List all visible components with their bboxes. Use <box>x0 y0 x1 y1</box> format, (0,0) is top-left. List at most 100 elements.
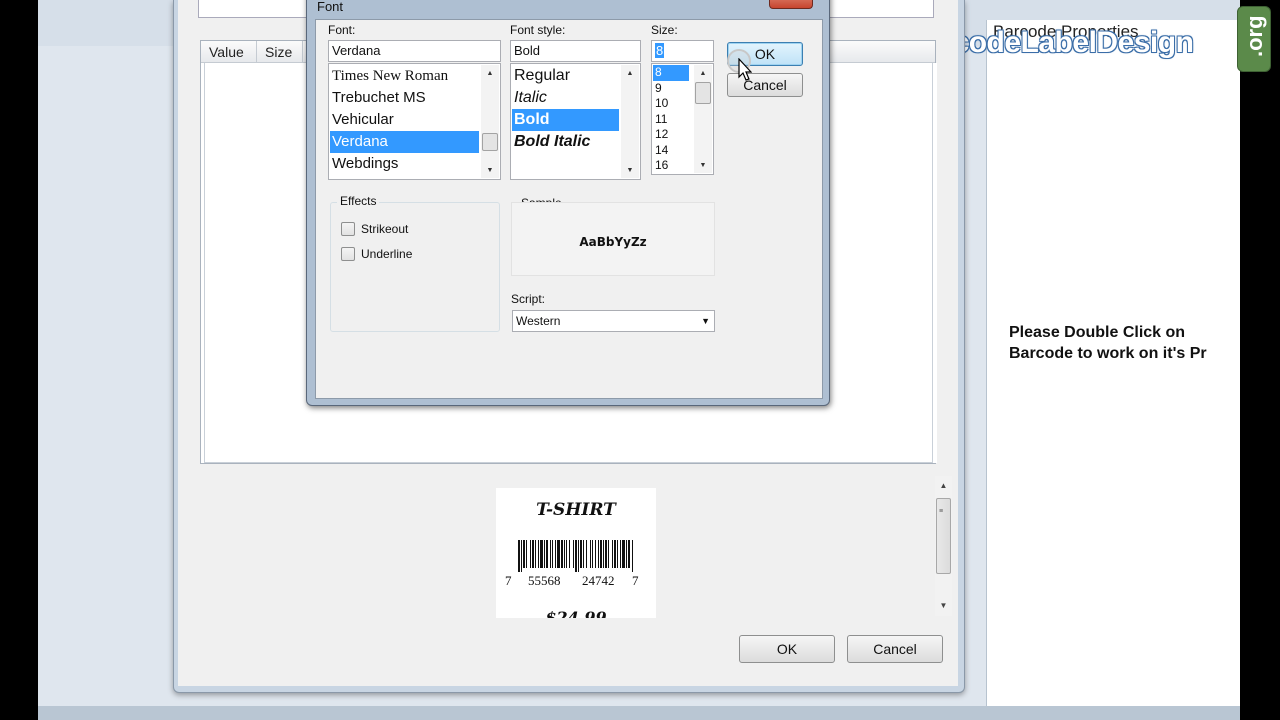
close-button[interactable] <box>769 0 813 9</box>
barcode-graphic <box>518 540 633 572</box>
mouse-cursor-icon <box>738 58 752 81</box>
barcode-digits-right: 24742 <box>582 573 615 588</box>
effects-label: Effects <box>337 194 380 208</box>
font-size-list-item[interactable]: 10 <box>653 96 689 112</box>
barcode-bar <box>580 540 582 568</box>
barcode-digits-left: 55568 <box>528 573 561 588</box>
barcode-bar <box>608 540 609 568</box>
barcode-bar <box>552 540 553 568</box>
scroll-up-arrow[interactable]: ▲ <box>481 67 499 81</box>
panel-message-line-2: Barcode to work on it's Pr <box>1009 345 1207 362</box>
font-size-list-item[interactable]: 14 <box>653 143 689 159</box>
column-header-value[interactable]: Value <box>201 41 257 63</box>
scroll-thumb[interactable] <box>695 82 711 104</box>
font-list-item[interactable]: Trebuchet MS <box>330 87 479 109</box>
barcode-bar <box>523 540 525 568</box>
font-name-input[interactable]: Verdana <box>328 40 501 62</box>
barcode-bar <box>614 540 616 568</box>
barcode-bar <box>546 540 548 568</box>
underline-checkbox[interactable] <box>341 247 355 261</box>
barcode-bar <box>566 540 567 568</box>
scroll-up-arrow[interactable]: ▲ <box>621 67 639 81</box>
barcode-bar <box>628 540 630 568</box>
scroll-down-arrow[interactable]: ▼ <box>481 164 499 178</box>
font-size-value: 8 <box>655 43 665 58</box>
scroll-down-arrow[interactable]: ▼ <box>621 164 639 178</box>
scroll-down-arrow[interactable]: ▼ <box>694 159 712 173</box>
preview-title: T-SHIRT <box>536 500 616 520</box>
font-size-list-item[interactable]: 16 <box>653 158 689 174</box>
barcode-bar <box>583 540 584 568</box>
size-list-scrollbar[interactable]: ▲ ▼ <box>694 65 712 173</box>
scroll-thumb[interactable] <box>482 133 498 151</box>
brand-logo-badge: .org <box>1237 6 1271 72</box>
font-size-list-item[interactable]: 8 <box>653 65 689 81</box>
font-size-list[interactable]: ▲ ▼ 8 9 10 11 12 14 16 <box>651 63 714 175</box>
script-label: Script: <box>511 292 546 306</box>
font-list-item[interactable]: Times New Roman <box>330 65 479 87</box>
barcode-bar <box>532 540 534 568</box>
strikeout-checkbox[interactable] <box>341 222 355 236</box>
sample-box: AaBbYyZz <box>511 202 715 276</box>
font-list-item[interactable]: Vehicular <box>330 109 479 131</box>
font-list-item[interactable]: Verdana <box>330 131 479 153</box>
font-style-list-item[interactable]: Bold <box>512 109 619 131</box>
font-list-scrollbar[interactable]: ▲ ▼ <box>481 65 499 178</box>
preview-scrollbar[interactable]: ▲ ≡ ▼ <box>935 476 952 616</box>
properties-ok-button[interactable]: OK <box>739 635 835 663</box>
font-size-list-item[interactable]: 9 <box>653 81 689 97</box>
underline-label[interactable]: Underline <box>361 247 412 261</box>
script-value: Western <box>516 314 561 328</box>
font-list-item[interactable]: Webdings <box>330 153 479 175</box>
scroll-grip-icon: ≡ <box>939 508 944 515</box>
script-dropdown[interactable]: Western ▼ <box>512 310 715 332</box>
barcode-bar <box>612 540 613 568</box>
label-preview[interactable]: T-SHIRT 7 55568 24742 7 $24.99 <box>496 488 656 618</box>
barcode-bar <box>592 540 593 568</box>
sample-text: AaBbYyZz <box>579 235 647 249</box>
barcode-bar <box>569 540 570 568</box>
screen: Barcode Properties Please Double Click o… <box>0 0 1280 720</box>
panel-message-line-1: Please Double Click on <box>1009 324 1186 341</box>
barcode-bar <box>626 540 627 568</box>
font-style-list-item[interactable]: Regular <box>512 65 619 87</box>
font-size-input[interactable]: 8 <box>651 40 714 62</box>
barcode-bar <box>620 540 621 568</box>
font-style-input[interactable]: Bold <box>510 40 641 62</box>
barcode-bar <box>555 540 556 568</box>
panel-message: Please Double Click on Barcode to work o… <box>1009 322 1249 364</box>
barcode-bar <box>561 540 563 568</box>
font-size-list-item[interactable]: 12 <box>653 127 689 143</box>
preview-price: $24.99 <box>545 608 607 618</box>
barcode-bar <box>575 540 577 572</box>
properties-cancel-button[interactable]: Cancel <box>847 635 943 663</box>
barcode-properties-panel: Barcode Properties Please Double Click o… <box>986 20 1240 706</box>
style-list-scrollbar[interactable]: ▲ ▼ <box>621 65 639 178</box>
barcode-bar <box>632 540 633 572</box>
scroll-up-arrow[interactable]: ▲ <box>694 67 712 81</box>
scroll-down-arrow[interactable]: ▼ <box>935 598 952 614</box>
barcode-bar <box>622 540 625 568</box>
barcode-bar <box>578 540 579 572</box>
column-header-size[interactable]: Size <box>257 41 303 63</box>
barcode-bar <box>598 540 599 568</box>
barcode-bar <box>540 540 543 568</box>
barcode-bar <box>530 540 531 568</box>
font-size-list-item[interactable]: 11 <box>653 112 689 128</box>
barcode-bar <box>605 540 607 568</box>
barcode-bar <box>617 540 618 568</box>
chevron-down-icon: ▼ <box>701 316 710 326</box>
strikeout-label[interactable]: Strikeout <box>361 222 408 236</box>
scroll-up-arrow[interactable]: ▲ <box>935 478 952 494</box>
font-style-label: Font style: <box>510 23 566 37</box>
barcode-bar <box>600 540 602 568</box>
font-label: Font: <box>328 23 356 37</box>
app-status-strip <box>38 706 1240 720</box>
effects-group: Effects Strikeout Underline <box>330 194 500 332</box>
barcode-bar <box>595 540 596 568</box>
font-name-list[interactable]: ▲ ▼ Times New Roman Trebuchet MS Vehicular… <box>328 63 501 180</box>
barcode-bar <box>603 540 604 568</box>
font-style-list-item[interactable]: Italic <box>512 87 619 109</box>
font-style-list[interactable]: ▲ ▼ Regular Italic Bold Bold Italic <box>510 63 641 180</box>
font-style-list-item[interactable]: Bold Italic <box>512 131 619 153</box>
